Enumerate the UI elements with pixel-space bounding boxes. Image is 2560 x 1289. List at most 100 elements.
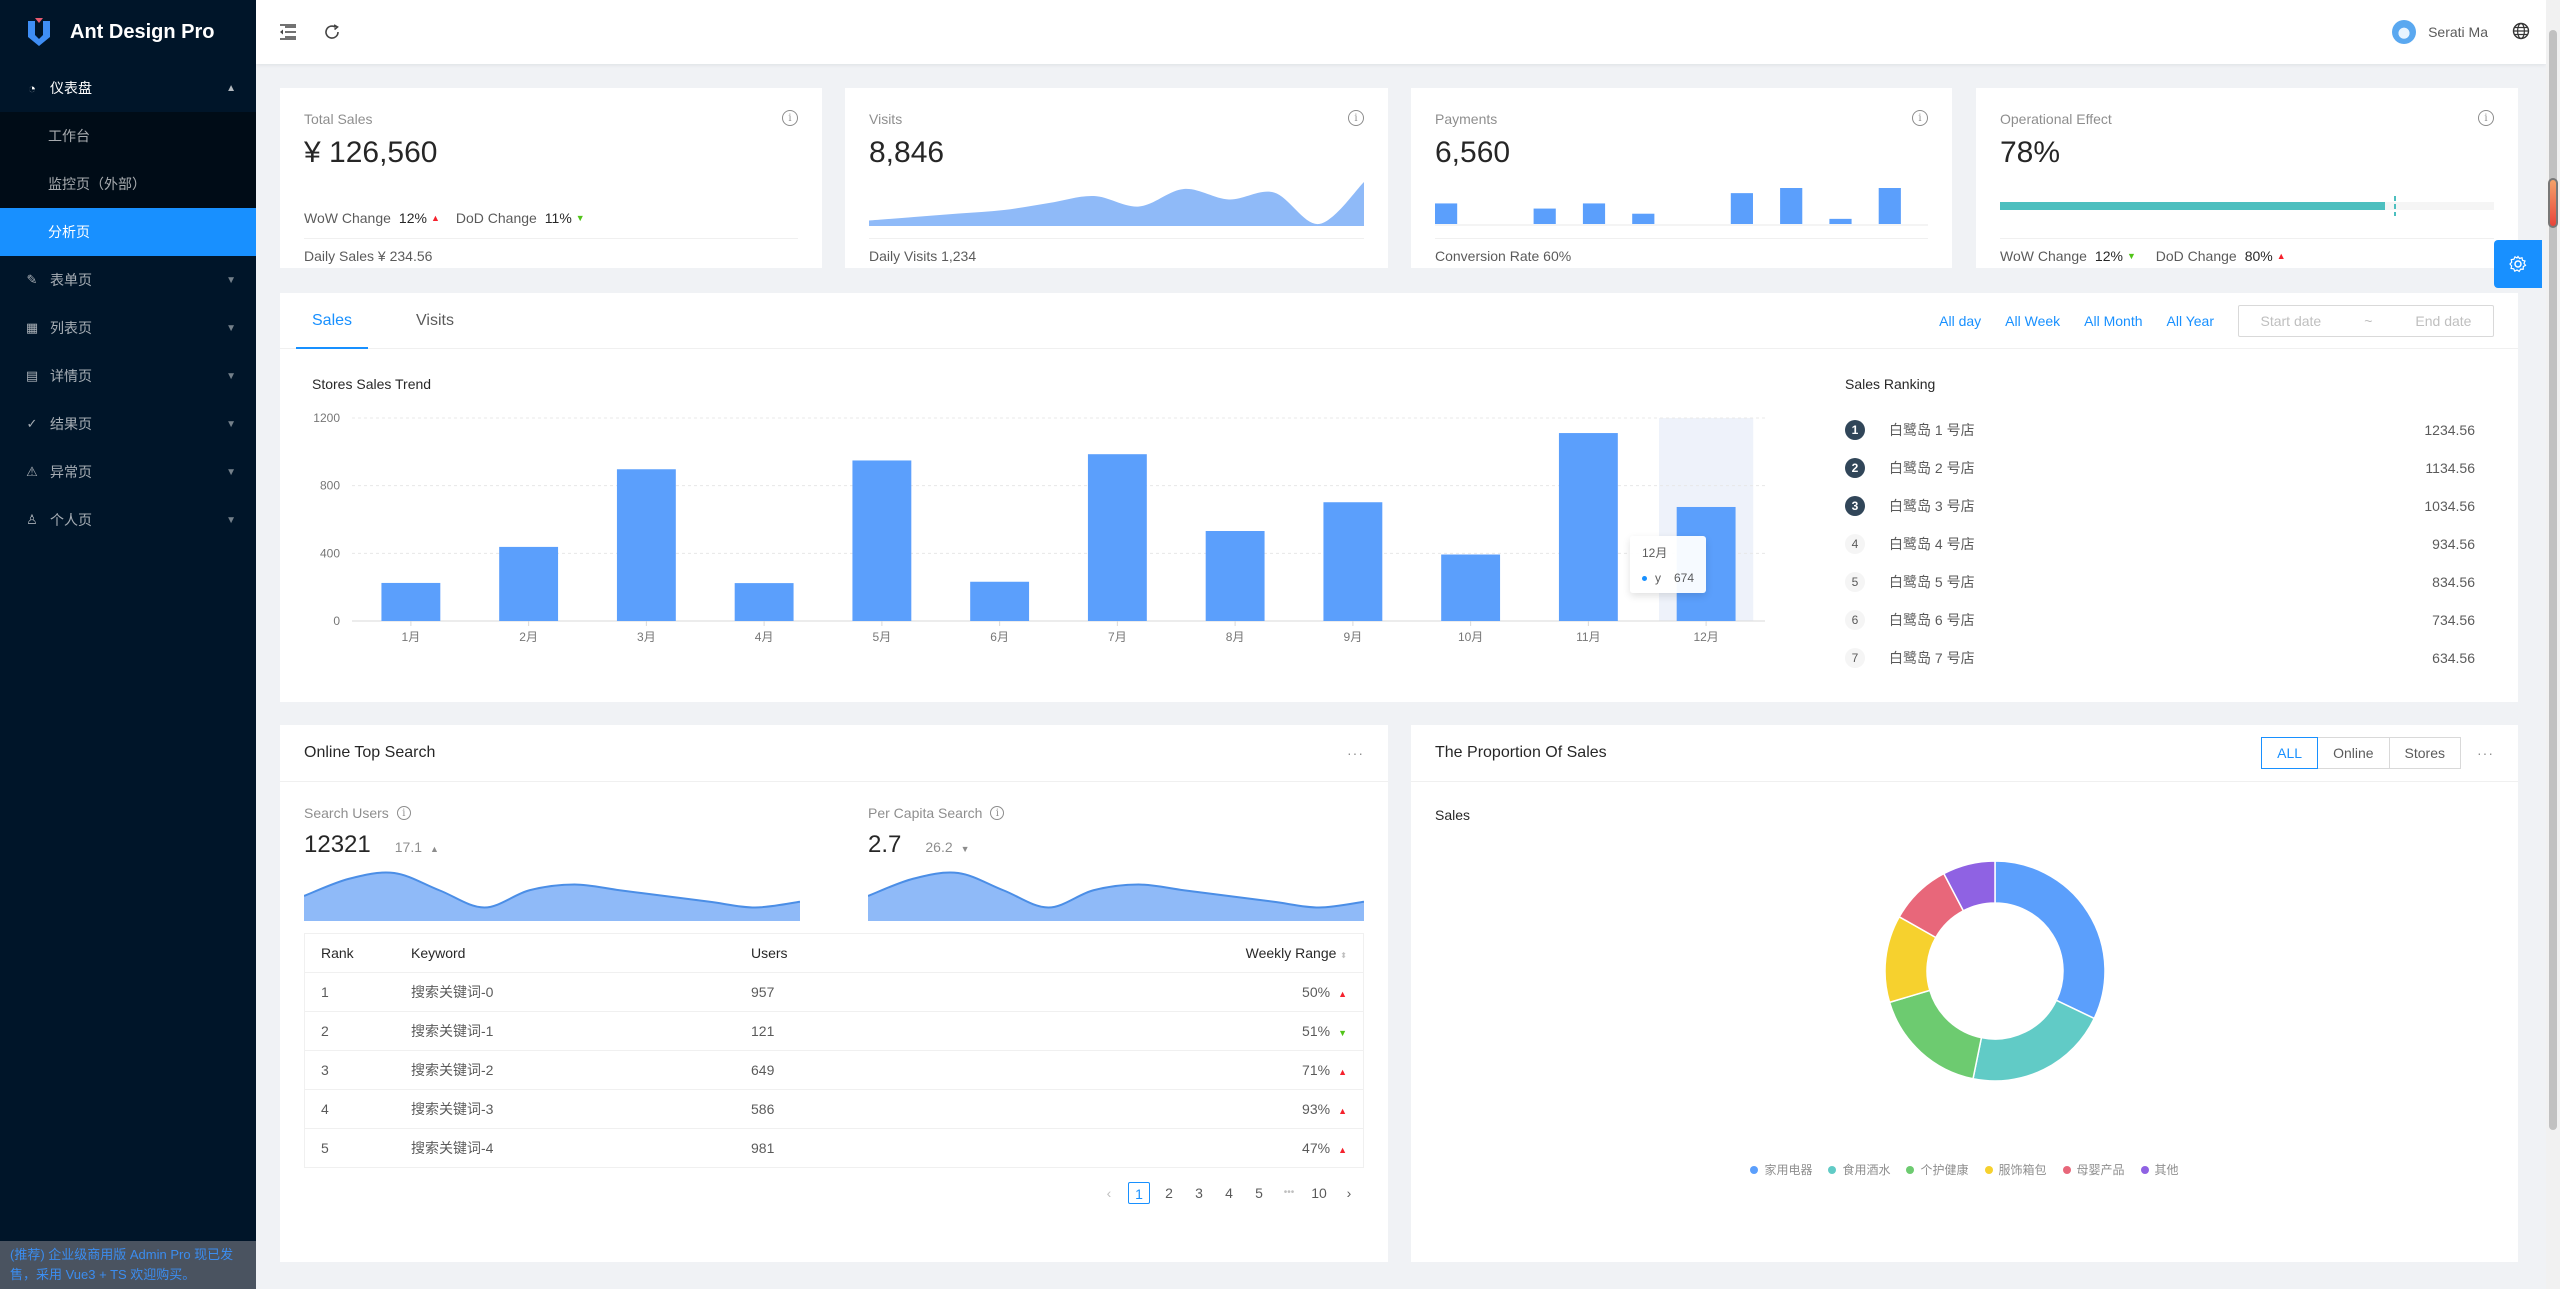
- reload-icon[interactable]: [320, 20, 344, 44]
- info-icon[interactable]: i: [990, 806, 1005, 820]
- page-scrollbar[interactable]: [2546, 0, 2560, 1289]
- dashboard-icon: ◔: [28, 80, 36, 96]
- avatar[interactable]: [2392, 20, 2417, 44]
- logo[interactable]: Ant Design Pro: [0, 0, 256, 64]
- pie-slice[interactable]: [1972, 999, 2096, 1082]
- tab-visits[interactable]: Visits: [400, 293, 470, 349]
- date-separator: ~: [2364, 312, 2373, 329]
- ranking-item: 3 白鹭岛 3 号店 1034.56: [1845, 487, 2475, 525]
- stat-footer: Conversion Rate 60%: [1435, 238, 1928, 264]
- cell-keyword[interactable]: 搜索关键词-4: [395, 1128, 735, 1167]
- info-icon[interactable]: i: [396, 806, 411, 820]
- pie-slice[interactable]: [1994, 861, 2106, 1020]
- pie-slice[interactable]: [1888, 989, 1983, 1080]
- sales-bar[interactable]: [852, 460, 912, 621]
- cell-keyword[interactable]: 搜索关键词-0: [395, 972, 735, 1012]
- table-row: 2 搜索关键词-1 121 51% ▼: [305, 1011, 1363, 1051]
- sidebar-item-workplace[interactable]: 工作台: [0, 112, 256, 160]
- sales-bar[interactable]: [381, 582, 441, 621]
- legend-item[interactable]: 个护健康: [1906, 1161, 1969, 1178]
- settings-drawer-button[interactable]: [2494, 240, 2542, 288]
- range-all-month[interactable]: All Month: [2084, 313, 2142, 329]
- legend-item[interactable]: 服饰箱包: [1984, 1161, 2047, 1178]
- sidebar-item-profile[interactable]: ▤ 详情页 ▼: [0, 352, 256, 400]
- ranking-item: 5 白鹭岛 5 号店 834.56: [1845, 563, 2475, 601]
- legend-item[interactable]: 家用电器: [1750, 1161, 1812, 1178]
- legend-item[interactable]: 其他: [2140, 1161, 2179, 1178]
- col-weekly-range[interactable]: Weekly Range ⬍: [948, 934, 1363, 973]
- sales-bar[interactable]: [499, 546, 559, 621]
- range-all-year[interactable]: All Year: [2167, 313, 2214, 329]
- globe-icon[interactable]: [2512, 22, 2530, 43]
- next-page-button[interactable]: ›: [1338, 1182, 1360, 1204]
- end-date-input[interactable]: End date: [2415, 313, 2471, 329]
- more-icon[interactable]: ···: [1347, 745, 1364, 761]
- x-tick-label: 3月: [637, 630, 656, 644]
- page-2[interactable]: 2: [1158, 1182, 1180, 1204]
- prev-page-button[interactable]: ‹: [1098, 1182, 1120, 1204]
- page-10[interactable]: 10: [1308, 1182, 1330, 1204]
- dod-change: DoD Change 80% ▲: [2156, 248, 2286, 264]
- info-icon[interactable]: i: [1912, 110, 1928, 126]
- sales-bar[interactable]: [970, 581, 1030, 621]
- cell-weekly-range: 93% ▲: [948, 1089, 1363, 1129]
- info-icon[interactable]: i: [782, 110, 798, 126]
- sales-bar[interactable]: [1087, 454, 1147, 621]
- sub-value: 26.2: [925, 839, 953, 855]
- range-all-day[interactable]: All day: [1939, 313, 1981, 329]
- user-name[interactable]: Serati Ma: [2428, 24, 2488, 40]
- sidebar-item-result[interactable]: ✓ 结果页 ▼: [0, 400, 256, 448]
- sales-bar[interactable]: [1205, 531, 1265, 621]
- radio-online[interactable]: Online: [2317, 737, 2390, 769]
- sales-bar[interactable]: [1441, 554, 1501, 621]
- progress-track: [2000, 202, 2494, 210]
- sidebar-item-monitor[interactable]: 监控页（外部）: [0, 160, 256, 208]
- cell-keyword[interactable]: 搜索关键词-1: [395, 1011, 735, 1051]
- sidebar-item-dashboard[interactable]: ◔ 仪表盘 ▲: [0, 64, 256, 112]
- menu-fold-icon[interactable]: [276, 20, 300, 44]
- store-name: 白鹭岛 5 号店: [1889, 574, 1975, 590]
- date-range-picker[interactable]: Start date ~ End date: [2238, 304, 2494, 337]
- tab-sales[interactable]: Sales: [296, 293, 369, 349]
- sales-bar[interactable]: [1558, 433, 1618, 621]
- page-4[interactable]: 4: [1218, 1182, 1240, 1204]
- sidebar-item-exception[interactable]: ⚠ 异常页 ▼: [0, 448, 256, 496]
- legend-item[interactable]: 食用酒水: [1828, 1161, 1890, 1178]
- sort-icon[interactable]: ⬍: [1340, 951, 1347, 960]
- range-all-week[interactable]: All Week: [2005, 313, 2060, 329]
- sales-bar[interactable]: [734, 583, 794, 621]
- info-icon[interactable]: i: [2478, 110, 2494, 126]
- chart-tooltip: 12月 y 674: [1630, 536, 1706, 593]
- sidebar-item-analysis[interactable]: 分析页: [0, 208, 256, 256]
- cell-keyword[interactable]: 搜索关键词-2: [395, 1050, 735, 1090]
- sidebar-item-list[interactable]: ▦ 列表页 ▼: [0, 304, 256, 352]
- payments-bar-chart: [1435, 188, 1928, 226]
- stat-value: 8,846: [869, 136, 945, 169]
- legend-item[interactable]: 母婴产品: [2062, 1161, 2125, 1178]
- page-5[interactable]: 5: [1248, 1182, 1270, 1204]
- cell-keyword[interactable]: 搜索关键词-3: [395, 1089, 735, 1129]
- promo-banner[interactable]: (推荐) 企业级商用版 Admin Pro 现已发售，采用 Vue3 + TS …: [0, 1241, 256, 1289]
- table-row: 1 搜索关键词-0 957 50% ▲: [305, 972, 1363, 1012]
- sidebar-item-form[interactable]: ✎ 表单页 ▼: [0, 256, 256, 304]
- start-date-input[interactable]: Start date: [2261, 313, 2322, 329]
- store-sales: 834.56: [2432, 574, 2475, 590]
- page-1[interactable]: 1: [1128, 1182, 1150, 1204]
- jump-next-ellipsis[interactable]: •••: [1278, 1182, 1300, 1204]
- sales-bar[interactable]: [616, 469, 676, 621]
- trend-label: DoD Change: [2155, 248, 2237, 264]
- legend-label: 食用酒水: [1842, 1163, 1891, 1177]
- store-sales: 1134.56: [2425, 460, 2475, 476]
- info-icon[interactable]: i: [1348, 110, 1364, 126]
- sales-type-radio-group: ALL Online Stores: [2261, 737, 2461, 769]
- sidebar-item-account[interactable]: ♙ 个人页 ▼: [0, 496, 256, 544]
- sales-bar[interactable]: [1323, 502, 1383, 621]
- more-icon[interactable]: ···: [2477, 745, 2494, 761]
- rank-badge: 5: [1845, 572, 1865, 592]
- pie-subtitle: Sales: [1435, 807, 1471, 823]
- page-3[interactable]: 3: [1188, 1182, 1210, 1204]
- payment-bar: [1878, 188, 1901, 224]
- radio-all[interactable]: ALL: [2261, 737, 2319, 769]
- stat-value: ¥ 126,560: [304, 136, 438, 169]
- radio-stores[interactable]: Stores: [2388, 737, 2461, 769]
